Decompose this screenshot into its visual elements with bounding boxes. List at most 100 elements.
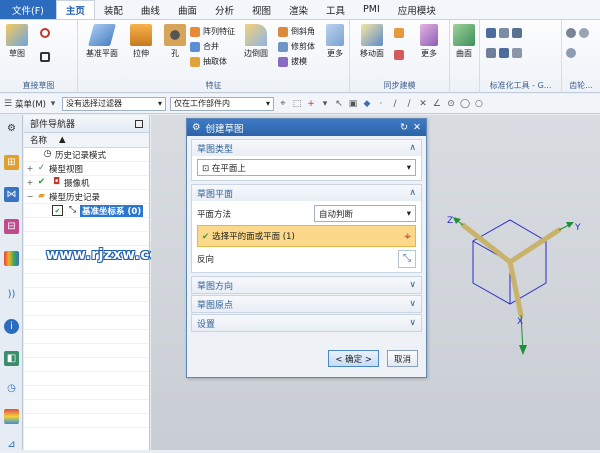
menu-assembly[interactable]: 装配 xyxy=(95,0,132,19)
menu-applications[interactable]: 应用模块 xyxy=(389,0,445,19)
curve-icon xyxy=(40,28,50,38)
chamfer-icon xyxy=(278,26,288,37)
expand-icon[interactable]: + xyxy=(26,164,34,173)
cube-icon[interactable]: ◆ xyxy=(362,99,372,109)
hole-button[interactable]: 孔 xyxy=(164,24,186,59)
assembly-navigator-icon[interactable]: ⊞ xyxy=(4,155,19,170)
midpoint-icon[interactable]: ∕ xyxy=(404,99,414,109)
datum-plane-button[interactable]: 基准平面 xyxy=(86,24,118,59)
menu-surface[interactable]: 曲面 xyxy=(169,0,206,19)
feature-more-button[interactable]: 更多 xyxy=(326,24,344,59)
menu-view[interactable]: 视图 xyxy=(243,0,280,19)
filter-icon[interactable]: ▾ xyxy=(320,99,330,109)
point-icon[interactable]: · xyxy=(376,99,386,109)
plane-method-select[interactable]: 自动判断 ▾ xyxy=(314,205,416,222)
quadrant-icon[interactable]: ◯ xyxy=(460,99,470,109)
cancel-button[interactable]: 取消 xyxy=(386,350,418,367)
maximize-icon[interactable] xyxy=(135,119,143,128)
tree-item-model-history[interactable]: − ▰ 模型历史记录 xyxy=(24,190,149,204)
history-icon[interactable]: ◧ xyxy=(4,351,19,366)
tree-item-history-mode[interactable]: ◷ 历史记录模式 xyxy=(24,148,149,162)
gear-icon[interactable]: ⚙ xyxy=(192,122,201,133)
tree-item-model-views[interactable]: + ✓ 模型视图 xyxy=(24,162,149,176)
sync-tool-2[interactable] xyxy=(394,50,404,60)
chamfer-button[interactable]: 倒斜角 xyxy=(278,26,315,37)
settings-gear-icon[interactable]: ⚙ xyxy=(4,121,19,136)
info-icon[interactable]: i xyxy=(4,319,19,334)
std-tool-2[interactable] xyxy=(486,48,522,58)
move-face-button[interactable]: 移动面 xyxy=(360,24,384,59)
select-icon[interactable]: ⬚ xyxy=(292,99,302,109)
curve-tool-button[interactable] xyxy=(40,28,50,38)
crosshair-icon[interactable]: ⌖ xyxy=(404,229,411,244)
constraint-navigator-icon[interactable]: ⋈ xyxy=(4,187,19,202)
menu-analysis[interactable]: 分析 xyxy=(206,0,243,19)
trim-body-button[interactable]: 修剪体 xyxy=(278,41,315,52)
z-axis-arrow[interactable] xyxy=(460,222,513,265)
tool-icon xyxy=(486,28,496,38)
section-header-sketch-plane[interactable]: 草图平面 ∧ xyxy=(192,185,421,201)
delete-face-icon xyxy=(394,50,404,60)
tree-item-datum-csys[interactable]: ✔ ⤡ 基准坐标系 (0) xyxy=(24,204,149,218)
section-header-sketch-type[interactable]: 草图类型 ∧ xyxy=(192,140,421,156)
surface-button[interactable]: 曲面 xyxy=(453,24,475,59)
pattern-feature-button[interactable]: 阵列特征 xyxy=(190,26,235,37)
menu-tools[interactable]: 工具 xyxy=(317,0,354,19)
datum-plane-icon xyxy=(88,24,116,46)
x-axis-label: X xyxy=(517,317,523,327)
gear-tool-2[interactable] xyxy=(566,48,576,58)
section-header-settings[interactable]: 设置 ∨ xyxy=(192,315,421,331)
clock-icon[interactable]: ◷ xyxy=(4,381,19,396)
tool-icon xyxy=(512,28,522,38)
reuse-library-icon[interactable] xyxy=(4,251,19,266)
menu-curve[interactable]: 曲线 xyxy=(132,0,169,19)
angle-icon[interactable]: ∠ xyxy=(432,99,442,109)
snap-icon[interactable]: ⌖ xyxy=(278,99,288,109)
ok-button[interactable]: < 确定 > xyxy=(328,350,379,367)
close-icon[interactable]: ✕ xyxy=(413,122,421,133)
role-icon[interactable] xyxy=(4,409,19,424)
navigator-title-bar: 部件导航器 xyxy=(24,115,149,133)
sync-tool-1[interactable] xyxy=(394,28,404,38)
web-browser-icon[interactable]: )) xyxy=(4,287,19,302)
section-header-sketch-origin[interactable]: 草图原点 ∨ xyxy=(192,296,421,312)
gear-tool-1[interactable] xyxy=(566,28,589,38)
draft-button[interactable]: 拔模 xyxy=(278,56,307,67)
edge-blend-button[interactable]: 边倒圆 xyxy=(244,24,268,59)
unite-button[interactable]: 合并 xyxy=(190,41,219,52)
component-icon[interactable]: ▣ xyxy=(348,99,358,109)
add-icon[interactable]: + xyxy=(306,99,316,109)
reset-icon[interactable]: ↻ xyxy=(400,122,408,133)
type-filter-select[interactable]: 没有选择过滤器 ▾ xyxy=(61,96,166,111)
navigator-column-header[interactable]: 名称 ▲ xyxy=(24,133,149,148)
collapse-icon[interactable]: − xyxy=(26,192,34,201)
menu-home[interactable]: 主页 xyxy=(55,0,95,19)
x-axis-arrow[interactable] xyxy=(507,259,524,318)
extrude-button[interactable]: 拉伸 xyxy=(130,24,152,59)
expand-icon[interactable]: + xyxy=(26,178,34,187)
checkbox-icon[interactable]: ✔ xyxy=(52,205,63,216)
ribbon-group-feature: 基准平面 拉伸 孔 阵列特征 合并 抽取体 边倒圆 倒斜角 修剪体 拔模 更多 … xyxy=(78,20,350,93)
std-tool-1[interactable] xyxy=(486,28,522,38)
move-face-icon xyxy=(361,24,383,46)
scope-select[interactable]: 仅在工作部件内 ▾ xyxy=(169,96,274,111)
section-header-sketch-direction[interactable]: 草图方向 ∨ xyxy=(192,277,421,293)
extract-body-button[interactable]: 抽取体 xyxy=(190,56,227,67)
sketch-button[interactable]: 草图 xyxy=(6,24,28,59)
part-navigator-icon[interactable]: ⊟ xyxy=(4,219,19,234)
sketch-type-select[interactable]: ⊡ 在平面上 ▾ xyxy=(197,159,416,176)
menu-file[interactable]: 文件(F) xyxy=(0,0,56,19)
main-menu-button[interactable]: ☰ 菜单(M) ▾ xyxy=(3,98,58,110)
sync-more-button[interactable]: 更多 xyxy=(420,24,438,59)
circle-center-icon[interactable]: ⊙ xyxy=(446,99,456,109)
menu-render[interactable]: 渲染 xyxy=(280,0,317,19)
select-planar-face-row[interactable]: ✔ 选择平的面或平面 (1) ⌖ xyxy=(197,225,416,247)
tree-item-cameras[interactable]: + ✔ ◘ 摄像机 xyxy=(24,176,149,190)
arrow-icon[interactable]: ↖ xyxy=(334,99,344,109)
menu-pmi[interactable]: PMI xyxy=(354,0,389,19)
rectangle-tool-button[interactable] xyxy=(40,52,50,62)
reverse-direction-button[interactable]: ⤡ xyxy=(398,249,416,268)
intersection-icon[interactable]: ✕ xyxy=(418,99,428,109)
circle-icon[interactable]: ○ xyxy=(474,99,484,109)
endpoint-icon[interactable]: ∕ xyxy=(390,99,400,109)
